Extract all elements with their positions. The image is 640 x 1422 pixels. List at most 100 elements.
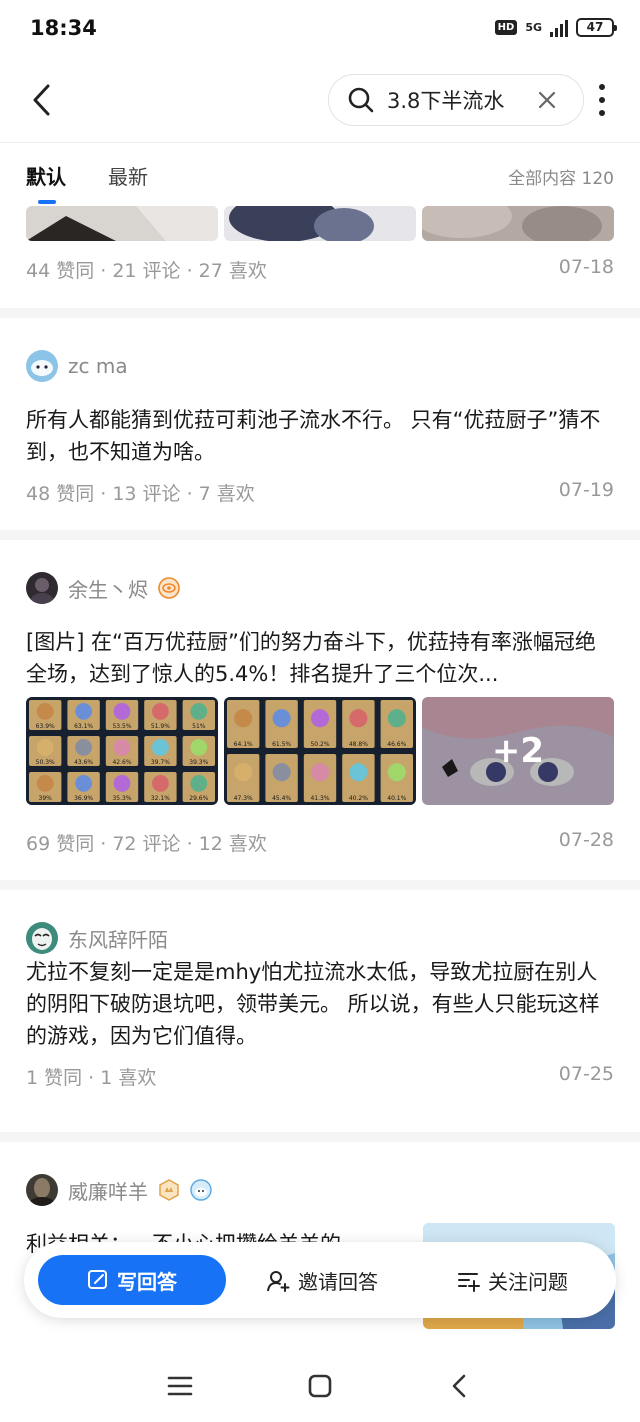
- avatar[interactable]: [26, 922, 58, 954]
- holding-rate-label: 45.4%: [272, 795, 291, 802]
- answer-image[interactable]: [224, 206, 416, 241]
- answer-excerpt[interactable]: [图片] 在“百万优菈厨”们的努力奋斗下，优菈持有率涨幅冠绝全场，达到了惊人的5…: [26, 626, 616, 690]
- tab-latest[interactable]: 最新: [108, 161, 148, 190]
- status-icons: HD 5G 47: [494, 18, 617, 37]
- character-tile: 64.1%: [227, 700, 260, 748]
- divider: [0, 530, 640, 540]
- author-name[interactable]: 余生丶烬: [68, 574, 148, 603]
- clear-icon[interactable]: [535, 88, 559, 112]
- search-input[interactable]: 3.8下半流水: [328, 74, 584, 126]
- character-tile: 63.1%: [67, 700, 100, 730]
- avatar[interactable]: [26, 572, 58, 604]
- answer-feed: 44 赞同 · 21 评论 · 27 喜欢 07-18 zc ma 所有人都能猜…: [0, 206, 640, 1352]
- character-tile: 63.9%: [29, 700, 62, 730]
- holding-rate-label: 40.1%: [387, 795, 406, 802]
- follow-list-icon: [458, 1272, 480, 1292]
- answer-card[interactable]: zc ma 所有人都能猜到优菈可莉池子流水不行。 只有“优菈厨子”猜不到，也不知…: [0, 318, 640, 530]
- character-tile: 53.5%: [105, 700, 139, 730]
- image-row: 63.9% 63.1% 53.5% 51.9% 51% 50.3% 43.6% 42.6% 39…: [26, 697, 614, 805]
- sort-tabs: 默认 最新 全部内容 120: [0, 142, 640, 206]
- search-icon: [348, 87, 374, 113]
- character-tile: 47.3%: [227, 754, 260, 802]
- more-icon[interactable]: [596, 84, 608, 116]
- answer-excerpt[interactable]: 尤拉不复刻一定是是mhy怕尤拉流水太低，导致尤拉厨在别人的阴阳下破防退坑吧，领带…: [26, 956, 616, 1052]
- answer-stats: 1 赞同 · 1 喜欢: [26, 1067, 157, 1089]
- holding-rate-label: 50.3%: [36, 759, 55, 766]
- holding-rate-label: 39.7%: [151, 759, 170, 766]
- invite-user-icon: [267, 1270, 290, 1292]
- write-answer-button[interactable]: 写回答: [38, 1255, 226, 1305]
- answer-image[interactable]: [26, 206, 218, 241]
- character-tile: 51%: [182, 700, 215, 730]
- avatar[interactable]: [26, 1174, 58, 1206]
- invite-answer-button[interactable]: 邀请回答: [266, 1266, 378, 1295]
- answer-author[interactable]: 威廉咩羊: [26, 1174, 212, 1206]
- answer-date: 07-18: [558, 256, 614, 278]
- status-bar: 18:34 HD 5G 47: [0, 0, 640, 60]
- holding-rate-label: 51.9%: [151, 723, 170, 730]
- answer-author[interactable]: 余生丶烬: [26, 572, 180, 604]
- character-tile: 32.1%: [144, 772, 177, 802]
- character-tile: 29.6%: [182, 772, 215, 802]
- holding-rate-label: 39.3%: [189, 759, 208, 766]
- answer-date: 07-28: [558, 829, 614, 851]
- holding-rate-label: 29.6%: [189, 795, 208, 802]
- character-tile: 39.3%: [182, 736, 215, 766]
- holding-rate-label: 48.8%: [349, 741, 368, 748]
- follow-question-button[interactable]: 关注问题: [456, 1266, 568, 1295]
- holding-rate-label: 64.1%: [234, 741, 253, 748]
- author-name[interactable]: 威廉咩羊: [68, 1176, 148, 1205]
- character-tile: 42.6%: [105, 736, 139, 766]
- author-name[interactable]: zc ma: [68, 354, 128, 378]
- answer-author[interactable]: 东风辞阡陌: [26, 922, 168, 954]
- answer-image[interactable]: 64.1% 61.5% 50.2% 48.8% 46.6% 47.3% 45.4% 41.3%…: [224, 697, 416, 805]
- character-tile: 48.8%: [342, 700, 375, 748]
- holding-rate-label: 36.9%: [74, 795, 93, 802]
- back-triangle-icon[interactable]: [444, 1370, 476, 1402]
- character-tile: 43.6%: [67, 736, 100, 766]
- character-tile: 50.2%: [303, 700, 337, 748]
- divider: [0, 308, 640, 318]
- holding-rate-label: 39%: [39, 795, 53, 802]
- holding-rate-label: 42.6%: [112, 759, 131, 766]
- answer-date: 07-19: [558, 479, 614, 501]
- author-name[interactable]: 东风辞阡陌: [68, 924, 168, 953]
- answer-image[interactable]: [422, 206, 614, 241]
- tab-indicator: [38, 200, 56, 204]
- divider: [0, 1132, 640, 1142]
- holding-rate-label: 35.3%: [112, 795, 131, 802]
- home-square-icon[interactable]: [304, 1370, 336, 1402]
- holding-rate-label: 41.3%: [310, 795, 329, 802]
- character-tile: 39.7%: [144, 736, 177, 766]
- holding-rate-label: 43.6%: [74, 759, 93, 766]
- divider: [0, 880, 640, 890]
- answer-card[interactable]: 余生丶烬 [图片] 在“百万优菈厨”们的努力奋斗下，优菈持有率涨幅冠绝全场，达到…: [0, 540, 640, 880]
- answer-image[interactable]: 63.9% 63.1% 53.5% 51.9% 51% 50.3% 43.6% 42.6% 39…: [26, 697, 218, 805]
- signal-icon: [550, 19, 568, 37]
- character-tile: 36.9%: [67, 772, 100, 802]
- character-tile: 50.3%: [29, 736, 62, 766]
- character-tile: 46.6%: [380, 700, 413, 748]
- answer-card[interactable]: 44 赞同 · 21 评论 · 27 喜欢 07-18: [0, 206, 640, 308]
- character-tile: 40.2%: [342, 754, 375, 802]
- more-images-count: +2: [491, 731, 545, 771]
- character-tile: 61.5%: [265, 700, 298, 748]
- network-label: 5G: [525, 20, 542, 34]
- back-button[interactable]: [28, 80, 60, 120]
- holding-rate-label: 50.2%: [310, 741, 329, 748]
- holding-rate-label: 47.3%: [234, 795, 253, 802]
- answer-card[interactable]: 东风辞阡陌 尤拉不复刻一定是是mhy怕尤拉流水太低，导致尤拉厨在别人的阴阳下破防…: [0, 890, 640, 1132]
- answer-author[interactable]: zc ma: [26, 350, 128, 382]
- holding-rate-label: 32.1%: [151, 795, 170, 802]
- tab-default[interactable]: 默认: [26, 161, 66, 190]
- character-tile: 39%: [29, 772, 62, 802]
- battery-icon: 47: [576, 18, 617, 37]
- menu-icon[interactable]: [164, 1370, 196, 1402]
- avatar[interactable]: [26, 350, 58, 382]
- follow-question-label: 关注问题: [488, 1270, 568, 1294]
- holding-rate-label: 53.5%: [112, 723, 131, 730]
- answer-stats: 69 赞同 · 72 评论 · 12 喜欢: [26, 833, 267, 855]
- answer-image[interactable]: +2: [422, 697, 614, 805]
- character-tile: 51.9%: [144, 700, 177, 730]
- answer-excerpt[interactable]: 所有人都能猜到优菈可莉池子流水不行。 只有“优菈厨子”猜不到，也不知道为啥。: [26, 404, 616, 468]
